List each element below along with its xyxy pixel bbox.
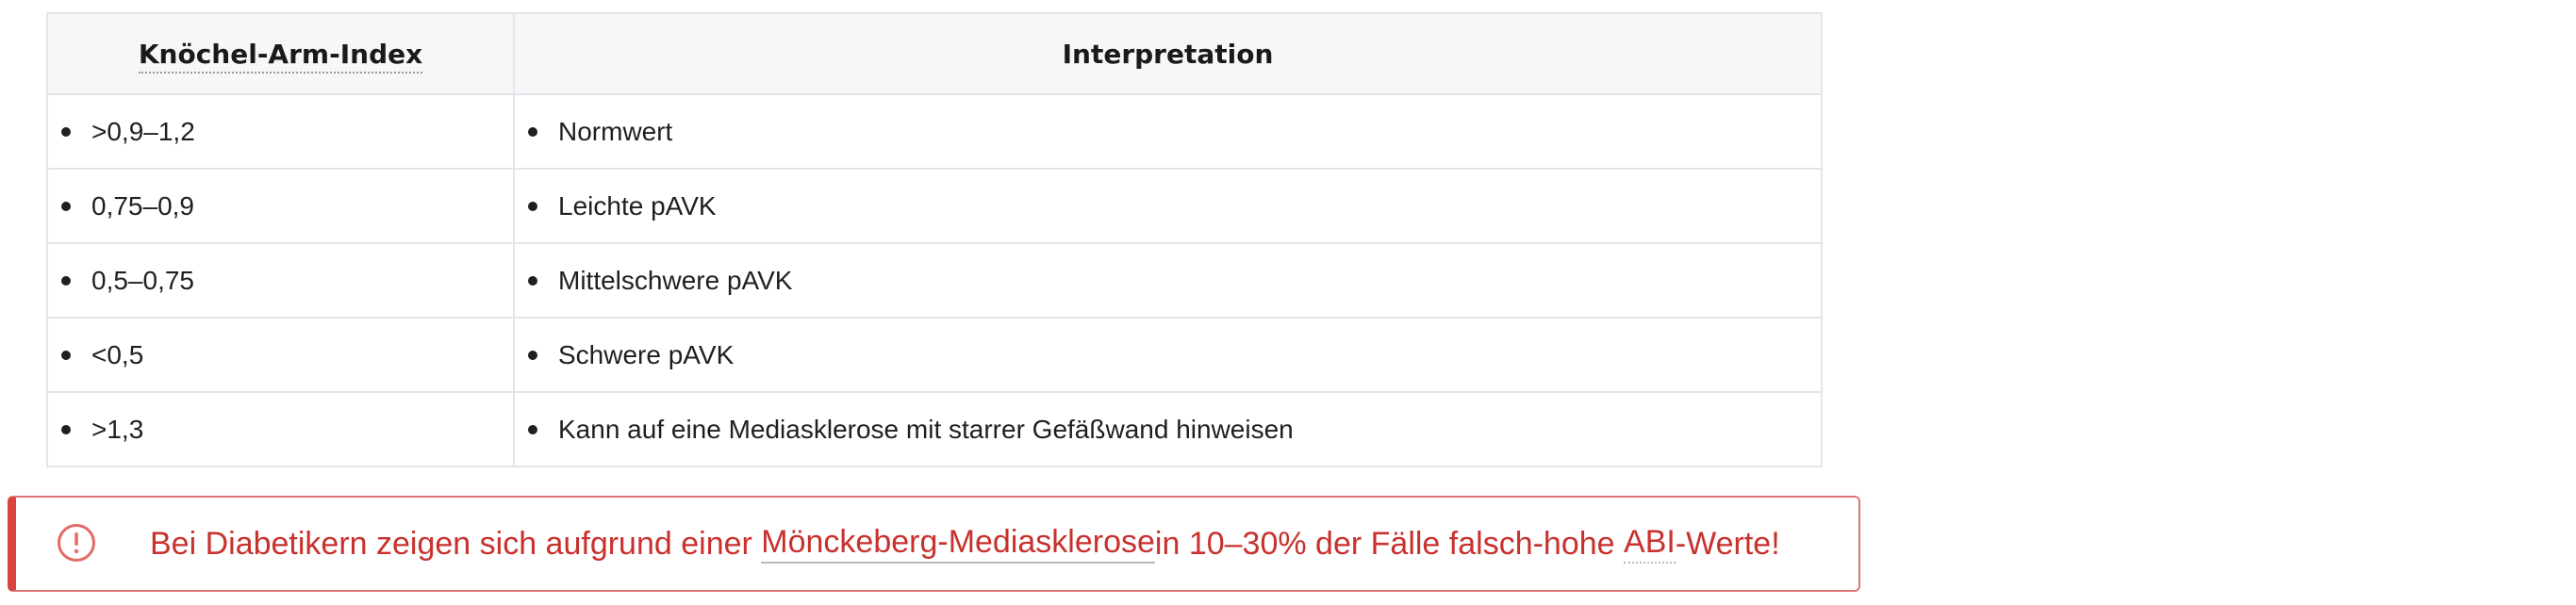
interpretation-cell: Mittelschwere pAVK	[513, 242, 1823, 319]
abi-value-cell: 0,5–0,75	[46, 242, 515, 319]
abi-value: 0,5–0,75	[91, 265, 194, 295]
warning-alert: Bei Diabetikern zeigen sich aufgrund ein…	[8, 496, 1860, 592]
header-interpretation: Interpretation	[513, 12, 1823, 95]
bullet-icon	[61, 201, 71, 211]
bullet-icon	[528, 350, 537, 360]
table-row: >1,3 Kann auf eine Mediasklerose mit sta…	[46, 391, 1823, 467]
table-row: <0,5 Schwere pAVK	[46, 317, 1823, 393]
interpretation-value: Normwert	[558, 116, 673, 146]
alert-text-after: -Werte!	[1675, 525, 1780, 562]
bullet-icon	[528, 424, 537, 434]
moenckeberg-link[interactable]: Mönckeberg-Mediasklerose	[761, 524, 1155, 564]
header-interpretation-label: Interpretation	[1062, 38, 1274, 70]
header-abi[interactable]: Knöchel-Arm-Index	[46, 12, 515, 95]
interpretation-cell: Schwere pAVK	[513, 317, 1823, 393]
table-row: >0,9–1,2 Normwert	[46, 93, 1823, 170]
abi-interpretation-table: Knöchel-Arm-Index Interpretation >0,9–1,…	[46, 12, 1823, 467]
abi-value-cell: 0,75–0,9	[46, 168, 515, 244]
exclamation-circle-icon	[58, 524, 95, 562]
header-abi-label: Knöchel-Arm-Index	[138, 38, 423, 74]
interpretation-cell: Leichte pAVK	[513, 168, 1823, 244]
abi-value: >1,3	[91, 414, 144, 444]
alert-message: Bei Diabetikern zeigen sich aufgrund ein…	[150, 498, 1780, 590]
bullet-icon	[528, 126, 537, 137]
interpretation-cell: Kann auf eine Mediasklerose mit starrer …	[513, 391, 1823, 467]
abi-value: 0,75–0,9	[91, 190, 194, 221]
abi-value: >0,9–1,2	[91, 116, 195, 146]
bullet-icon	[61, 424, 71, 434]
bullet-icon	[528, 201, 537, 211]
bullet-icon	[61, 350, 71, 360]
bullet-icon	[61, 126, 71, 137]
interpretation-value: Schwere pAVK	[558, 339, 735, 369]
interpretation-value: Mittelschwere pAVK	[558, 265, 793, 295]
table-header-row: Knöchel-Arm-Index Interpretation	[46, 12, 1823, 95]
abi-value-cell: >1,3	[46, 391, 515, 467]
alert-text-before: Bei Diabetikern zeigen sich aufgrund ein…	[150, 525, 752, 562]
alert-text-middle: in 10–30% der Fälle falsch-hohe	[1154, 525, 1615, 562]
interpretation-value: Leichte pAVK	[558, 190, 717, 221]
interpretation-value: Kann auf eine Mediasklerose mit starrer …	[558, 414, 1294, 444]
abi-value: <0,5	[91, 339, 144, 369]
abi-value-cell: <0,5	[46, 317, 515, 393]
bullet-icon	[528, 275, 537, 286]
table-row: 0,5–0,75 Mittelschwere pAVK	[46, 242, 1823, 319]
bullet-icon	[61, 275, 71, 286]
table-row: 0,75–0,9 Leichte pAVK	[46, 168, 1823, 244]
abi-value-cell: >0,9–1,2	[46, 93, 515, 170]
interpretation-cell: Normwert	[513, 93, 1823, 170]
abi-abbreviation[interactable]: ABI	[1624, 524, 1676, 564]
